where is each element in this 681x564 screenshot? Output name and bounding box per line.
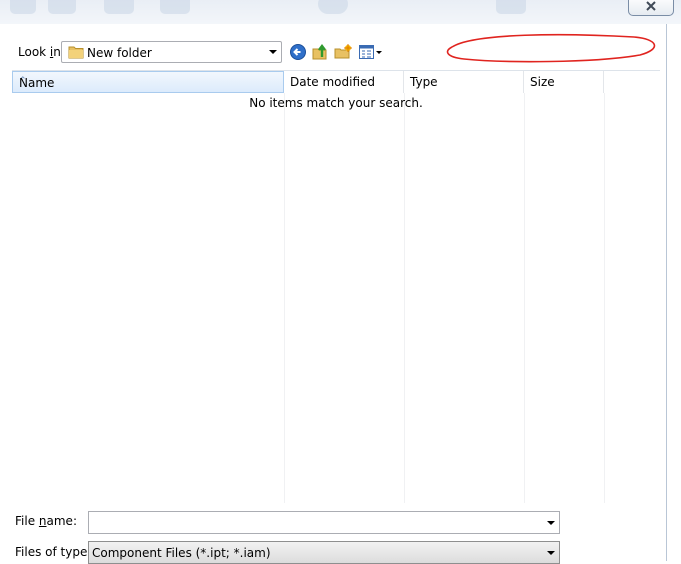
file-list[interactable]: ⌃ Name Date modified Type Size No items … [12,70,660,503]
back-icon[interactable] [289,43,307,61]
chevron-down-icon[interactable] [547,521,555,525]
window-edge [666,24,667,561]
chevron-down-icon [269,50,277,54]
annotation-ellipse [446,33,656,63]
column-header-date-modified[interactable]: Date modified [284,71,404,93]
look-in-label: Look in: [18,45,65,59]
up-folder-icon[interactable] [311,43,329,61]
chevron-down-icon [547,551,555,555]
file-name-label: File name: [15,514,77,528]
column-divider [404,93,405,503]
look-in-value: New folder [87,46,152,60]
column-header-type[interactable]: Type [404,71,524,93]
close-icon [646,0,656,11]
empty-list-message: No items match your search. [249,96,423,110]
column-divider [524,93,525,503]
new-folder-icon[interactable] [334,43,352,61]
close-button[interactable] [628,0,674,16]
column-divider [604,93,605,503]
file-name-input[interactable] [88,511,560,534]
column-header-size[interactable]: Size [524,71,604,93]
column-divider [284,93,285,503]
views-menu-icon[interactable] [358,43,384,61]
column-header-name[interactable]: ⌃ Name [12,71,284,93]
files-of-type-label: Files of type: [15,545,92,559]
background-app-strip [0,0,681,24]
files-of-type-value: Component Files (*.ipt; *.iam) [92,546,271,560]
folder-icon [68,46,84,59]
look-in-dropdown[interactable]: New folder [61,41,282,63]
